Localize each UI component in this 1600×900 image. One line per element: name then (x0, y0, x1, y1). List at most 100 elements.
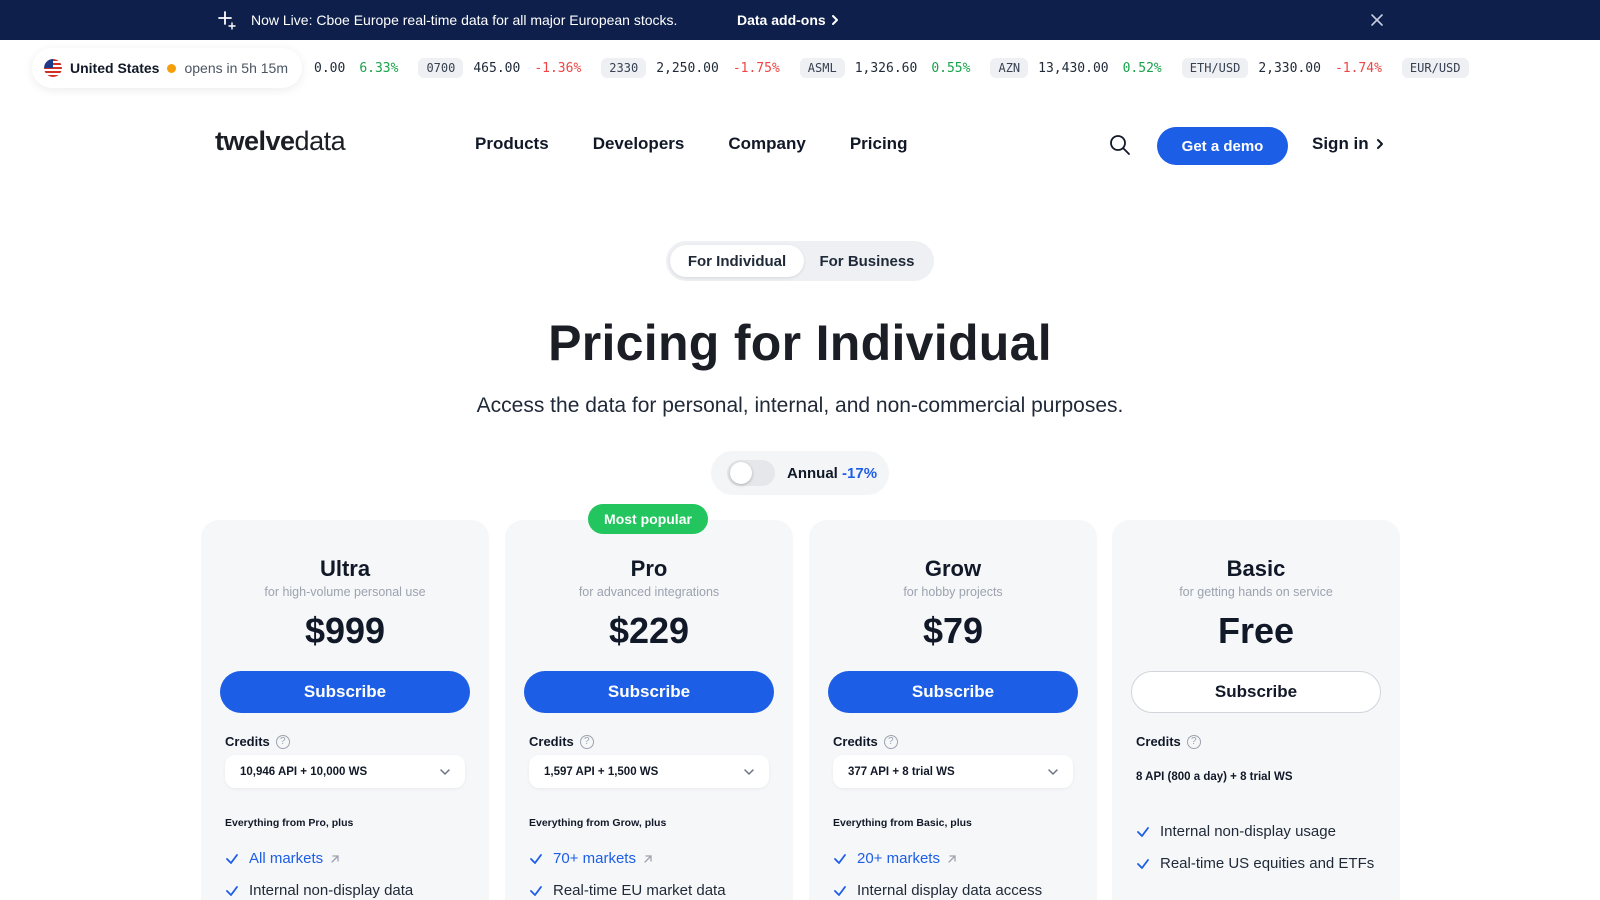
audience-switch: For Individual For Business (666, 241, 934, 281)
announcement-bar: Now Live: Cboe Europe real-time data for… (0, 0, 1600, 40)
ticker-symbol[interactable]: ETH/USD (1181, 58, 1249, 78)
market-country: United States (70, 60, 160, 76)
help-icon[interactable]: ? (883, 734, 898, 749)
feature-link[interactable]: 20+ markets (857, 850, 958, 867)
most-popular-badge: Most popular (588, 504, 708, 534)
tab-for-individual[interactable]: For Individual (670, 245, 804, 277)
billing-toggle-group: Annual -17% (711, 451, 889, 495)
feature-text: Internal non-display data (249, 882, 414, 899)
credits-value: 8 API (800 a day) + 8 trial WS (1136, 771, 1293, 783)
nav-company[interactable]: Company (728, 134, 805, 154)
plan-price: $79 (922, 610, 984, 651)
check-icon (1137, 827, 1149, 837)
search-icon[interactable] (1109, 134, 1131, 156)
nav-products[interactable]: Products (475, 134, 549, 154)
nav-developers[interactable]: Developers (593, 134, 685, 154)
credits-label-text: Credits (1136, 734, 1181, 749)
ticker-price: 2,250.00 (656, 60, 719, 76)
credits-dropdown-value: 10,946 API + 10,000 WS (240, 765, 368, 778)
feature-item: Internal display data access (833, 882, 1083, 899)
check-icon (226, 854, 238, 864)
ticker-symbol[interactable]: 0700 (418, 58, 464, 78)
market-status-dot (167, 63, 177, 73)
ticker-price: 465.00 (473, 60, 521, 76)
us-flag-icon (44, 59, 62, 77)
ticker-change: 6.33% (359, 60, 399, 76)
subscribe-button[interactable]: Subscribe (220, 671, 470, 713)
check-icon (834, 854, 846, 864)
ticker-symbol[interactable]: ASML (799, 58, 845, 78)
subscribe-button[interactable]: Subscribe (828, 671, 1078, 713)
ticker-row: 0.00 6.33% 0700 465.00 -1.36% 2330 2,250.00 -1.… (0, 40, 1600, 96)
check-icon (834, 886, 846, 896)
toggle-knob (730, 462, 752, 484)
ticker-change: 0.52% (1122, 60, 1162, 76)
credits-label-text: Credits (225, 734, 270, 749)
feature-item: Internal non-display data (225, 882, 475, 899)
credits-dropdown[interactable]: 10,946 API + 10,000 WS (225, 755, 465, 788)
help-icon[interactable]: ? (579, 734, 594, 749)
get-a-demo-button[interactable]: Get a demo (1157, 127, 1288, 165)
sparkle-icon (218, 11, 236, 30)
annual-discount: -17% (842, 464, 878, 482)
sign-in-link[interactable]: Sign in (1312, 134, 1385, 154)
help-icon[interactable]: ? (1186, 734, 1201, 749)
ticker-symbol[interactable]: EUR/USD (1401, 58, 1469, 78)
ticker-price: 1,326.60 (854, 60, 918, 76)
credits-label: Credits? (225, 734, 290, 749)
ticker-price: 0.00 (314, 60, 346, 76)
feature-item: 70+ markets (529, 850, 779, 867)
main-nav: Products Developers Company Pricing (475, 134, 907, 154)
plan-card-basic: Basic for getting hands on service Free … (1112, 520, 1400, 900)
credits-label: Credits? (1136, 734, 1201, 749)
subscribe-button[interactable]: Subscribe (1131, 671, 1381, 713)
credits-dropdown[interactable]: 1,597 API + 1,500 WS (529, 755, 769, 788)
check-icon (530, 886, 542, 896)
feature-item: Real-time EU market data (529, 882, 779, 899)
credits-dropdown-value: 377 API + 8 trial WS (848, 765, 955, 778)
credits-dropdown[interactable]: 377 API + 8 trial WS (833, 755, 1073, 788)
annual-label: Annual -17% (787, 465, 877, 482)
feature-link[interactable]: 70+ markets (553, 850, 654, 867)
plan-card-pro: Pro for advanced integrations $229 Subsc… (505, 520, 793, 900)
data-addons-link[interactable]: Data add-ons (737, 12, 840, 28)
sign-in-label: Sign in (1312, 134, 1369, 153)
plan-card-ultra: Ultra for high-volume personal use $999 … (201, 520, 489, 900)
plan-tagline: for hobby projects (903, 585, 1003, 599)
close-icon[interactable] (1370, 13, 1384, 27)
plan-price: $999 (304, 610, 386, 651)
twelvedata-logo[interactable]: twelvedata (215, 126, 346, 157)
credits-dropdown-value: 1,597 API + 1,500 WS (544, 765, 659, 778)
feature-text: Internal display data access (857, 882, 1043, 899)
plan-includes: Everything from Pro, plus (225, 817, 354, 829)
plan-name: Ultra (319, 556, 371, 581)
credits-label: Credits? (529, 734, 594, 749)
market-status-pill[interactable]: United States opens in 5h 15m (32, 48, 302, 88)
chevron-right-icon (831, 15, 838, 25)
subscribe-button[interactable]: Subscribe (524, 671, 774, 713)
ticker-price: 13,430.00 (1038, 60, 1109, 76)
feature-text: Real-time US equities and ETFs (1160, 855, 1375, 872)
ticker-strip: 0.00 6.33% 0700 465.00 -1.36% 2330 2,250.00 -1.… (314, 58, 1479, 78)
page-title: Pricing for Individual (548, 315, 1052, 371)
plan-name: Pro (630, 556, 668, 581)
check-icon (1137, 859, 1149, 869)
ticker-symbol[interactable]: AZN (990, 58, 1029, 78)
logo-light-part: data (294, 126, 346, 156)
feature-link[interactable]: All markets (249, 850, 341, 867)
feature-text: 70+ markets (553, 850, 636, 867)
ticker-symbol[interactable]: 2330 (601, 58, 647, 78)
plan-name: Grow (924, 556, 982, 581)
ticker-change: -1.36% (534, 60, 582, 76)
ticker-change: -1.75% (732, 60, 780, 76)
credits-label-text: Credits (833, 734, 878, 749)
feature-item: 20+ markets (833, 850, 1083, 867)
external-link-icon (948, 854, 956, 863)
check-icon (226, 886, 238, 896)
annual-toggle[interactable] (727, 460, 775, 486)
chevron-down-icon (1048, 769, 1058, 776)
help-icon[interactable]: ? (275, 734, 290, 749)
nav-pricing[interactable]: Pricing (850, 134, 908, 154)
tab-for-business[interactable]: For Business (804, 245, 930, 277)
chevron-down-icon (744, 769, 754, 776)
